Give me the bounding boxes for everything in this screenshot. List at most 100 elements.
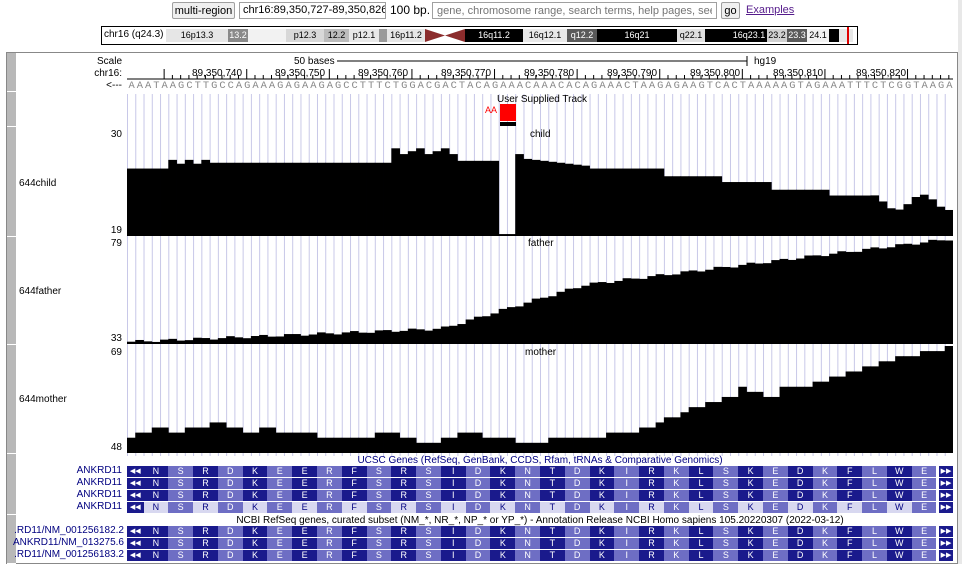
child-graph[interactable]: [127, 130, 953, 236]
base-letter: C: [425, 80, 433, 92]
base-letter: C: [558, 80, 565, 92]
gene-label[interactable]: ANKRD11: [40, 477, 122, 488]
amino-acid: R: [639, 550, 664, 561]
coverage-bar: [292, 432, 301, 453]
gene-row[interactable]: ◀◀ N S R D K E E R F S R S I D K N T D K I R K L S K E D K F L W E ▶▶: [127, 502, 953, 513]
gutter-father[interactable]: [7, 237, 16, 345]
coverage-bar: [936, 206, 946, 236]
gene-row[interactable]: ◀◀ N S R D K E E R F S R S I D K N T D K I R K L S K E D K F L W E ▶▶: [127, 478, 953, 489]
amino-acid: K: [242, 490, 268, 501]
coverage-bar: [242, 162, 252, 236]
strand-arrow-icon: ▶▶: [939, 526, 953, 537]
coverage-bar: [556, 162, 566, 236]
amino-acid: D: [465, 466, 491, 477]
gene-row[interactable]: ◀◀ N S R D K E E R F S R S I D K N T D K I R K L S K E D K F L W E ▶▶: [127, 466, 953, 477]
coverage-bar: [878, 201, 888, 236]
amino-acid: L: [688, 538, 714, 549]
refseq-row[interactable]: ◀◀ N S R D K E E R F S R S I D K N T D K I R K L S K E D K F L W E ▶▶: [127, 526, 953, 537]
gutter-ruler[interactable]: [7, 53, 16, 92]
amino-acid: E: [763, 478, 788, 489]
gutter-user-track[interactable]: [7, 92, 16, 127]
amino-acid: E: [267, 490, 293, 501]
refseq-label[interactable]: ANKRD11/NM_013275.6: [8, 537, 124, 548]
coverage-bar: [878, 361, 888, 453]
coverage-bar: [416, 442, 425, 453]
gene-row[interactable]: ◀◀ N S R D K E E R F S R S I D K N T D K I R K L S K E D K F L W E ▶▶: [127, 490, 953, 501]
multi-region-button[interactable]: multi-region: [172, 2, 235, 19]
coverage-bar: [564, 163, 574, 236]
gene-label[interactable]: ANKRD11: [40, 501, 122, 512]
coverage-bar: [589, 168, 599, 236]
chromosome-ideogram[interactable]: chr16 (q24.3) 16p13.3 13.2 p12.3 12.2 p1…: [101, 26, 858, 45]
search-input[interactable]: [432, 2, 717, 19]
track-label-father[interactable]: 644father: [19, 286, 61, 297]
coverage-bar: [829, 195, 838, 236]
gutter-ucsc-genes[interactable]: [7, 454, 16, 515]
coverage-bar: [391, 432, 400, 453]
refseq-row[interactable]: ◀◀ N S R D K E E R F S R S I D K N T D K I R K L S K E D K F L W E ▶▶: [127, 538, 953, 549]
band: 16q12.1: [523, 29, 567, 42]
coverage-bar: [614, 432, 623, 453]
coverage-bar: [639, 168, 648, 236]
coverage-bar: [647, 276, 657, 344]
coverage-bar: [160, 168, 169, 236]
coverage-bar: [184, 159, 194, 236]
base-letter: G: [211, 80, 218, 92]
window-scrollbar[interactable]: [958, 0, 962, 564]
coverage-bar: [771, 189, 780, 236]
track-label-child[interactable]: 644child: [19, 178, 56, 189]
amino-acid: K: [490, 466, 516, 477]
coverage-bar: [151, 427, 161, 453]
gene-label[interactable]: ANKRD11: [40, 489, 122, 500]
coverage-bar: [127, 437, 136, 453]
coverage-bar: [853, 195, 863, 236]
refseq-title: NCBI RefSeq genes, curated subset (NM_*,…: [236, 515, 844, 526]
mother-graph[interactable]: [127, 346, 953, 453]
amino-acid: F: [837, 526, 863, 537]
coverage-bar: [176, 340, 186, 344]
refseq-label[interactable]: .RD11/NM_001256182.2: [8, 525, 124, 536]
strand-arrow-icon: ▶▶: [939, 538, 953, 549]
coverage-bar: [449, 154, 458, 236]
coverage-bar: [325, 162, 334, 236]
gutter-mother[interactable]: [7, 345, 16, 454]
base-letter: G: [789, 80, 796, 92]
father-graph[interactable]: [127, 238, 953, 344]
strand-arrow-icon: ▶▶: [939, 490, 953, 501]
coverage-bar: [688, 270, 698, 344]
coverage-bar: [779, 386, 789, 453]
base-letter: T: [847, 80, 854, 92]
gutter-child[interactable]: [7, 127, 16, 237]
coverage-bar: [820, 189, 830, 236]
coverage-bar: [944, 346, 953, 453]
base-letter: A: [665, 80, 672, 92]
go-button[interactable]: go: [721, 2, 740, 19]
coverage-bar: [886, 361, 896, 453]
base-letter: T: [797, 80, 804, 92]
strand-arrow-icon: ▶▶: [939, 478, 953, 489]
examples-link[interactable]: Examples: [746, 4, 794, 16]
amino-acid: D: [787, 538, 813, 549]
base-letter: T: [153, 80, 160, 92]
amino-acid: S: [416, 478, 441, 489]
band: 23.2: [767, 29, 787, 42]
base-letter: T: [359, 80, 367, 92]
amino-acid: D: [787, 490, 813, 501]
coverage-bar: [226, 427, 235, 453]
refseq-label[interactable]: .RD11/NM_001256183.2: [8, 549, 124, 560]
amino-acid: N: [515, 550, 540, 561]
coverage-bar: [300, 162, 310, 236]
track-label-mother[interactable]: 644mother: [19, 394, 67, 405]
coverage-bar: [275, 432, 285, 453]
amino-acid: K: [738, 526, 763, 537]
user-feature[interactable]: [500, 104, 516, 121]
refseq-row[interactable]: ◀◀ N S R D K E E R F S R S I D K N T D K I R K L S K E D K F L W E ▶▶: [127, 550, 953, 561]
amino-acid: K: [242, 526, 268, 537]
amino-acid: S: [416, 538, 441, 549]
amino-acid: R: [639, 490, 664, 501]
amino-acid: K: [738, 550, 763, 561]
coverage-bar: [944, 240, 953, 344]
gene-label[interactable]: ANKRD11: [40, 465, 122, 476]
base-letter: C: [351, 80, 358, 92]
amino-acid: F: [341, 490, 367, 501]
